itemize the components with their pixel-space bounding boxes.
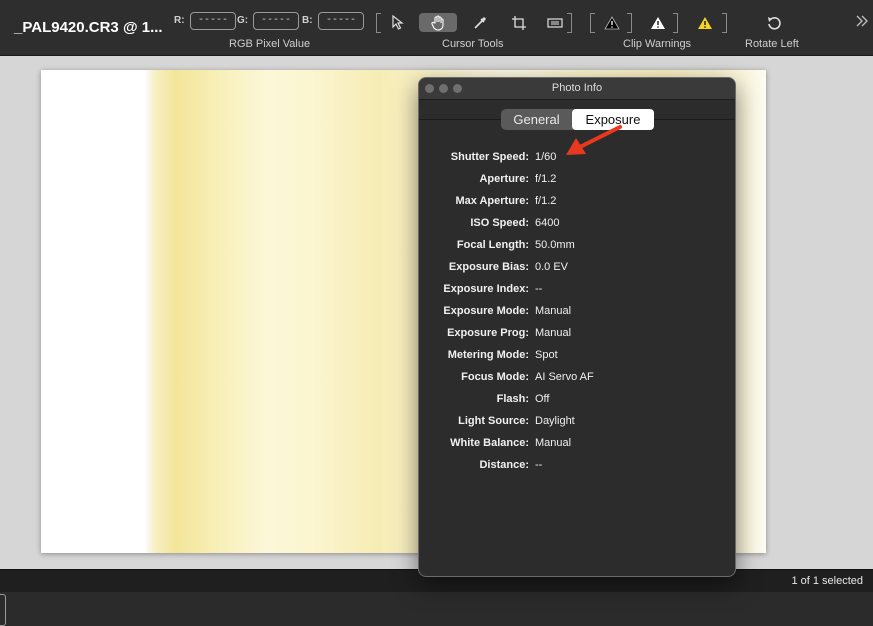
info-key: Flash:: [496, 393, 529, 405]
document-title: _PAL9420.CR3 @ 1...: [14, 19, 163, 36]
info-row-light-source: Light Source: Daylight: [419, 412, 735, 434]
info-row-exposure-index: Exposure Index: --: [419, 280, 735, 302]
hand-tool-icon: [431, 14, 444, 31]
info-row-aperture: Aperture: f/1.2: [419, 170, 735, 192]
info-row-iso-speed: ISO Speed: 6400: [419, 214, 735, 236]
yellow-clip-warning-icon: [698, 16, 712, 29]
info-value: f/1.2: [535, 195, 557, 207]
rotate-left-button[interactable]: [762, 13, 786, 32]
white-clip-warning-button[interactable]: [646, 13, 670, 32]
text-tool-icon: [547, 17, 563, 28]
filmstrip[interactable]: [0, 592, 873, 626]
cursor-tools-bracket-right: [567, 13, 572, 33]
chevron-double-right-icon: [856, 15, 868, 27]
info-row-white-balance: White Balance: Manual: [419, 434, 735, 456]
clip-warnings-bracket-right: [722, 13, 727, 33]
info-key: Light Source:: [458, 415, 529, 427]
black-clip-warning-icon: [604, 15, 620, 29]
green-label: G:: [237, 15, 249, 26]
crop-tool-icon: [512, 15, 526, 30]
eyedropper-icon: [474, 16, 486, 29]
rotate-left-label: Rotate Left: [745, 38, 799, 50]
hand-tool-button[interactable]: [419, 13, 457, 32]
info-key: Exposure Prog:: [447, 327, 529, 339]
info-row-metering-mode: Metering Mode: Spot: [419, 346, 735, 368]
rgb-pixel-value-label: RGB Pixel Value: [229, 38, 311, 50]
text-tool-button[interactable]: [543, 13, 567, 32]
info-key: Distance:: [479, 459, 529, 471]
black-clip-warning-button[interactable]: [600, 13, 624, 32]
cursor-tools-label: Cursor Tools: [442, 38, 504, 50]
toolbar-overflow-button[interactable]: [855, 14, 869, 33]
clip-warnings-label: Clip Warnings: [623, 38, 692, 50]
red-label: R:: [174, 15, 185, 26]
info-key: Focal Length:: [456, 239, 529, 251]
info-row-exposure-mode: Exposure Mode: Manual: [419, 302, 735, 324]
info-value: 6400: [535, 217, 560, 229]
filmstrip-thumbnail[interactable]: [0, 594, 6, 626]
info-value: Manual: [535, 437, 572, 449]
info-key: Max Aperture:: [455, 195, 529, 207]
info-value: Spot: [535, 349, 558, 361]
yellow-clip-warning-button[interactable]: [693, 13, 717, 32]
panel-titlebar[interactable]: Photo Info: [419, 78, 735, 100]
crop-tool-button[interactable]: [507, 13, 531, 32]
toolbar: _PAL9420.CR3 @ 1... R: ----- G: ----- B:…: [0, 0, 873, 56]
info-key: Exposure Mode:: [443, 305, 529, 317]
info-value: Manual: [535, 305, 572, 317]
info-value: Off: [535, 393, 550, 405]
info-value: --: [535, 459, 543, 471]
info-value: 50.0mm: [535, 239, 575, 251]
red-value: -----: [190, 12, 236, 30]
green-value: -----: [253, 12, 299, 30]
panel-title: Photo Info: [551, 82, 603, 94]
info-key: Metering Mode:: [447, 349, 529, 361]
clip-warnings-bracket-left: [590, 13, 595, 33]
info-key: Shutter Speed:: [450, 151, 529, 163]
info-key: White Balance:: [450, 437, 529, 449]
info-row-flash: Flash: Off: [419, 390, 735, 412]
white-clip-warning-icon: [651, 16, 665, 29]
info-value: 0.0 EV: [535, 261, 569, 273]
info-row-max-aperture: Max Aperture: f/1.2: [419, 192, 735, 214]
arrow-cursor-button[interactable]: [386, 13, 410, 32]
info-row-distance: Distance: --: [419, 456, 735, 478]
exposure-info-list: Shutter Speed: 1/60 Aperture: f/1.2 Max Ap…: [419, 148, 735, 478]
info-row-focal-length: Focal Length: 50.0mm: [419, 236, 735, 258]
clip-black-bracket: [627, 13, 632, 33]
info-key: Exposure Index:: [443, 283, 529, 295]
selection-count: 1 of 1 selected: [791, 575, 863, 587]
info-key: Aperture:: [479, 173, 529, 185]
info-value: 1/60: [535, 151, 557, 163]
info-row-exposure-bias: Exposure Bias: 0.0 EV: [419, 258, 735, 280]
info-key: Focus Mode:: [461, 371, 529, 383]
info-value: Daylight: [535, 415, 575, 427]
annotation-arrow-icon: [566, 125, 622, 155]
blue-label: B:: [302, 15, 313, 26]
cursor-tools-bracket-left: [376, 13, 381, 33]
info-value: f/1.2: [535, 173, 557, 185]
rotate-left-icon: [768, 16, 781, 30]
blue-value: -----: [318, 12, 364, 30]
info-key: Exposure Bias:: [448, 261, 529, 273]
info-row-focus-mode: Focus Mode: AI Servo AF: [419, 368, 735, 390]
info-value: --: [535, 283, 543, 295]
info-key: ISO Speed:: [470, 217, 529, 229]
info-value: Manual: [535, 327, 572, 339]
eyedropper-button[interactable]: [468, 13, 492, 32]
arrow-cursor-icon: [392, 15, 404, 30]
clip-white-bracket: [673, 13, 678, 33]
info-row-exposure-prog: Exposure Prog: Manual: [419, 324, 735, 346]
info-value: AI Servo AF: [535, 371, 594, 383]
